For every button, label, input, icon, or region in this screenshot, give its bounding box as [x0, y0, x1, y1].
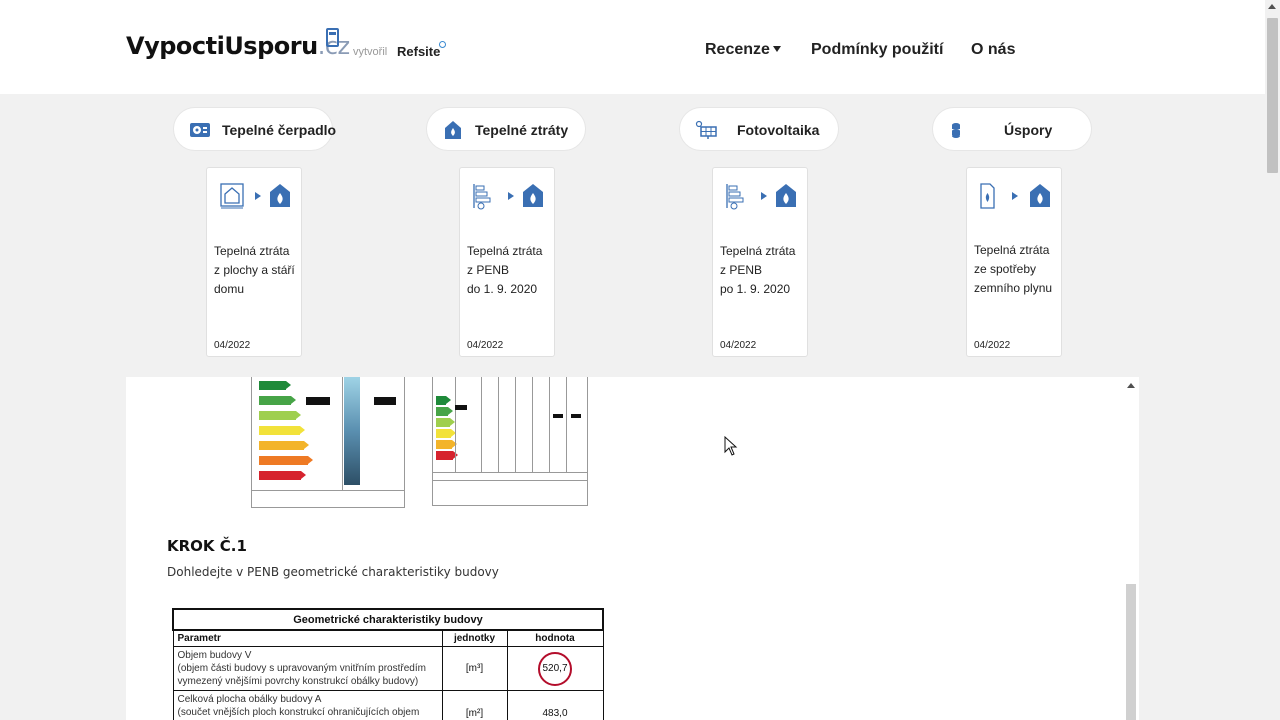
content-scrollbar-thumb[interactable]: [1126, 584, 1136, 720]
partner-logo[interactable]: Refsite: [397, 44, 440, 59]
page-scrollbar-thumb[interactable]: [1267, 18, 1278, 173]
table-caption: Geometrické charakteristiky budovy: [172, 608, 604, 631]
calculator-card[interactable]: Tepelná ztráta z PENB do 1. 9. 2020 04/2…: [459, 167, 555, 357]
mouse-cursor-icon: [724, 436, 738, 456]
category-savings[interactable]: Úspory: [932, 107, 1092, 151]
partner-badge-icon: [439, 41, 446, 48]
created-by-label: vytvořil: [353, 46, 388, 58]
table-cell-unit: [m²]: [441, 690, 508, 720]
solar-panel-icon: [695, 120, 717, 139]
energy-label-image: [251, 377, 405, 508]
calculator-card[interactable]: Tepelná ztráta ze spotřeby zemního plynu…: [966, 167, 1062, 357]
table-cell-param: Celková plocha obálky budovy A (součet v…: [172, 690, 443, 720]
site-logo[interactable]: VypoctiUsporu.cz: [126, 32, 350, 60]
card-date: 04/2022: [974, 340, 1011, 351]
house-flame-icon: [445, 121, 461, 139]
gas-document-icon: [980, 183, 1050, 209]
param-desc: vymezený vnějšími povrchy konstrukcí obá…: [177, 676, 419, 687]
card-title: Tepelná ztráta z PENB po 1. 9. 2020: [720, 244, 796, 296]
heat-pump-icon: [190, 123, 210, 137]
category-heat-pump[interactable]: Tepelné čerpadlo: [173, 107, 337, 151]
table-cell-unit: [m³]: [441, 646, 508, 691]
step-description: Dohledejte v PENB geometrické charakteri…: [167, 565, 499, 579]
category-label: Fotovoltaika: [737, 122, 820, 138]
nav-recenze[interactable]: Recenze: [705, 41, 770, 59]
card-title: Tepelná ztráta z PENB do 1. 9. 2020: [467, 244, 543, 296]
energy-label-table-image: [432, 377, 588, 506]
calculator-icon: [326, 28, 339, 47]
highlighted-value: 520,7: [538, 651, 572, 686]
table-header: jednotky: [441, 629, 508, 647]
scroll-up-arrow-icon[interactable]: [1127, 383, 1135, 388]
geometry-table: Geometrické charakteristiky budovy Param…: [172, 608, 604, 720]
category-label: Úspory: [1004, 122, 1053, 138]
param-desc: (objem části budovy s upravovaným vnitřn…: [177, 663, 426, 674]
param-desc: (součet vnějších ploch konstrukcí ohrani…: [177, 707, 420, 718]
energy-label-icon: [726, 184, 796, 210]
card-date: 04/2022: [214, 340, 251, 351]
param-name: Objem budovy V: [177, 650, 252, 661]
table-cell-value: 483,0: [506, 690, 604, 720]
table-cell-value: 520,7: [506, 646, 604, 691]
scroll-up-arrow-icon[interactable]: [1268, 4, 1276, 9]
param-name: Celková plocha obálky budovy A: [177, 694, 322, 705]
table-header: Parametr: [172, 629, 443, 647]
card-date: 04/2022: [467, 340, 504, 351]
step-title: KROK Č.1: [167, 537, 247, 555]
category-label: Tepelné čerpadlo: [222, 122, 337, 138]
house-plan-icon: [220, 183, 290, 209]
calculator-card[interactable]: Tepelná ztráta z PENB po 1. 9. 2020 04/2…: [712, 167, 808, 357]
calculator-card[interactable]: Tepelná ztráta z plochy a stáří domu 04/…: [206, 167, 302, 357]
nav-podminky[interactable]: Podmínky použití: [811, 41, 943, 59]
card-title: Tepelná ztráta z plochy a stáří domu: [214, 244, 295, 296]
category-heat-loss[interactable]: Tepelné ztráty: [426, 107, 586, 151]
table-header: hodnota: [506, 629, 604, 647]
card-date: 04/2022: [720, 340, 757, 351]
logo-main: VypoctiUsporu: [126, 32, 318, 60]
table-row: Objem budovy V (objem části budovy s upr…: [172, 646, 604, 691]
energy-label-icon: [473, 184, 543, 210]
table-cell-param: Objem budovy V (objem části budovy s upr…: [172, 646, 443, 691]
chevron-down-icon[interactable]: [773, 46, 781, 52]
card-title: Tepelná ztráta ze spotřeby zemního plynu: [974, 243, 1053, 295]
coins-icon: [952, 123, 960, 138]
nav-o-nas[interactable]: O nás: [971, 41, 1015, 59]
table-row: Celková plocha obálky budovy A (součet v…: [172, 690, 604, 720]
category-photovoltaics[interactable]: Fotovoltaika: [679, 107, 839, 151]
site-header: VypoctiUsporu.cz vytvořil Refsite Recenz…: [0, 0, 1265, 94]
category-label: Tepelné ztráty: [475, 122, 569, 138]
